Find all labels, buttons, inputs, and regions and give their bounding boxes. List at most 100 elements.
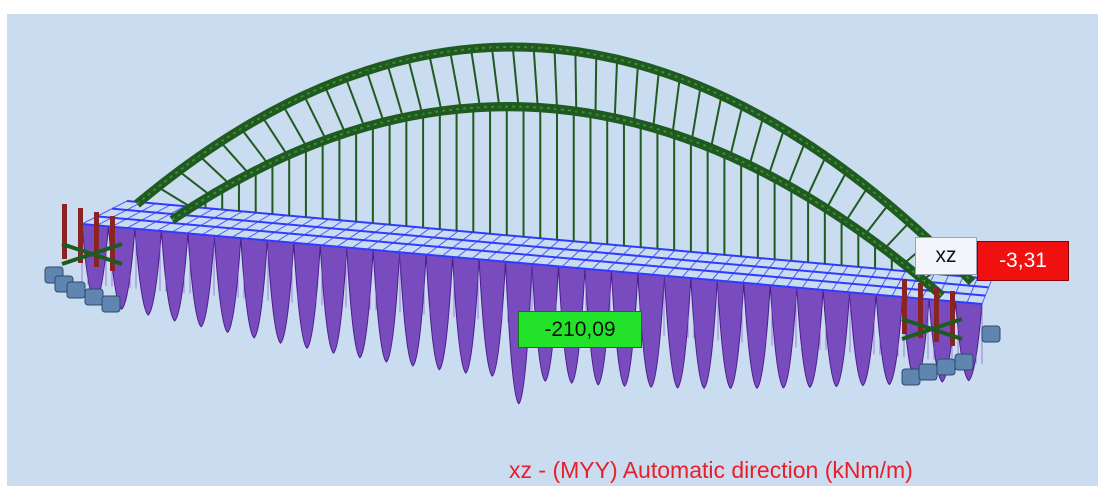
arch-bracing [198,155,231,186]
arch-bracing [282,105,308,148]
deck-crossbeam [471,234,503,260]
arch-bracing [787,141,806,186]
arch-bracing [344,77,366,128]
deck-crossbeam [336,222,373,248]
max-value-label: -210,09 [518,311,642,348]
deck-crossbeam [81,200,128,225]
deck-crossbeam [396,227,431,253]
deck-crossbeam [366,225,402,250]
deck-crossbeam [876,269,892,295]
deck-crossbeam [501,237,531,262]
arch-bracing [532,47,539,108]
arch-bracing [553,48,558,110]
arch-bracing [767,128,786,176]
deck-crossbeam [201,210,243,236]
arch-bracing [428,54,443,112]
diagram-caption: xz - (MYY) Automatic direction (kNm/m) [509,457,913,483]
deck-crossbeam [306,220,344,245]
arch-bracing [864,203,890,236]
deck-crossbeam [111,203,157,228]
deck-crossbeam [456,233,488,258]
deck-crossbeam [276,217,315,242]
deck-crossbeam [771,260,791,286]
support-block-icon [84,288,104,306]
arch-bracing [613,59,619,119]
deck-crossbeam [591,244,618,270]
deck-crossbeam [351,223,387,249]
deck-crossbeam [576,243,604,269]
support-block-icon [981,325,1001,343]
arch-bracing [633,64,639,123]
deck-crossbeam [981,278,993,305]
support-block-icon [66,281,86,299]
arch-bracing [748,116,765,166]
arch-bracing [511,46,520,107]
deck-crossbeam [291,218,330,244]
min-value-label: -3,31 [977,241,1069,281]
arch-bracing [178,170,212,197]
deck-crossbeam [96,201,142,226]
deck-crossbeam [741,257,762,283]
deck-crossbeam [441,231,474,257]
pier-column [94,212,99,267]
arch-bracing [806,155,827,198]
arch-bracing [240,128,270,165]
support-block-icon [101,295,121,313]
deck-crossbeam [846,267,863,293]
deck-crossbeam [216,212,258,237]
pier-column [78,208,83,263]
arch-bracing [490,47,501,107]
deck-crossbeam [321,221,358,246]
arch-bracing [407,58,424,115]
deck-crossbeam [831,265,849,291]
deck-crossbeam [861,268,878,294]
arch-bracing [219,141,250,175]
arch-bracing [671,78,681,134]
arch-bracing [323,85,347,134]
support-block-icon [918,363,938,381]
deck-crossbeam [426,230,459,256]
pier-column [902,279,907,334]
arch-bracing [386,64,404,118]
arch-bracing [729,105,744,157]
arch-bracing [470,48,481,108]
arch-bracing [261,116,289,156]
deck-crossbeam [261,216,301,241]
deck-crossbeam [231,213,272,238]
plane-indicator-label: xz [915,237,977,275]
deck-crossbeam [816,264,834,290]
arch-bracing [365,70,385,123]
deck-crossbeam [606,246,632,272]
arch-bracing [303,94,327,141]
pier-column [934,287,939,342]
deck-crossbeam [531,239,560,265]
arch-bracing [449,51,462,109]
model-viewport[interactable]: -210,09 xz -3,31 xz - (MYY) Automatic di… [7,14,1098,486]
arch-bracing [690,86,702,141]
pier-column [62,204,67,259]
deck-crossbeam [516,238,546,264]
arch-bracing [825,170,848,210]
deck-crossbeam [246,214,286,240]
deck-crossbeam [801,263,820,289]
deck-crossbeam [756,259,777,285]
deck-crossbeam [126,204,171,229]
deck-crossbeam [486,235,517,261]
deck-crossbeam [411,229,445,254]
arch-bracing [652,70,660,128]
arch-bracing [883,221,911,250]
arch-bracing [574,51,578,112]
deck-crossbeam [696,253,719,279]
arch-bracing [844,186,869,222]
arch-bracing [710,95,723,149]
deck-crossbeam [381,226,416,252]
deck-crossbeam [186,209,229,234]
support-block-icon [901,368,921,386]
support-block-icon [954,353,974,371]
arch-bracing [594,54,598,115]
deck-crossbeam [546,240,575,266]
deck-crossbeam [711,255,733,281]
support-block-icon [936,358,956,376]
deck-crossbeam [726,256,748,282]
deck-crossbeam [561,242,589,268]
